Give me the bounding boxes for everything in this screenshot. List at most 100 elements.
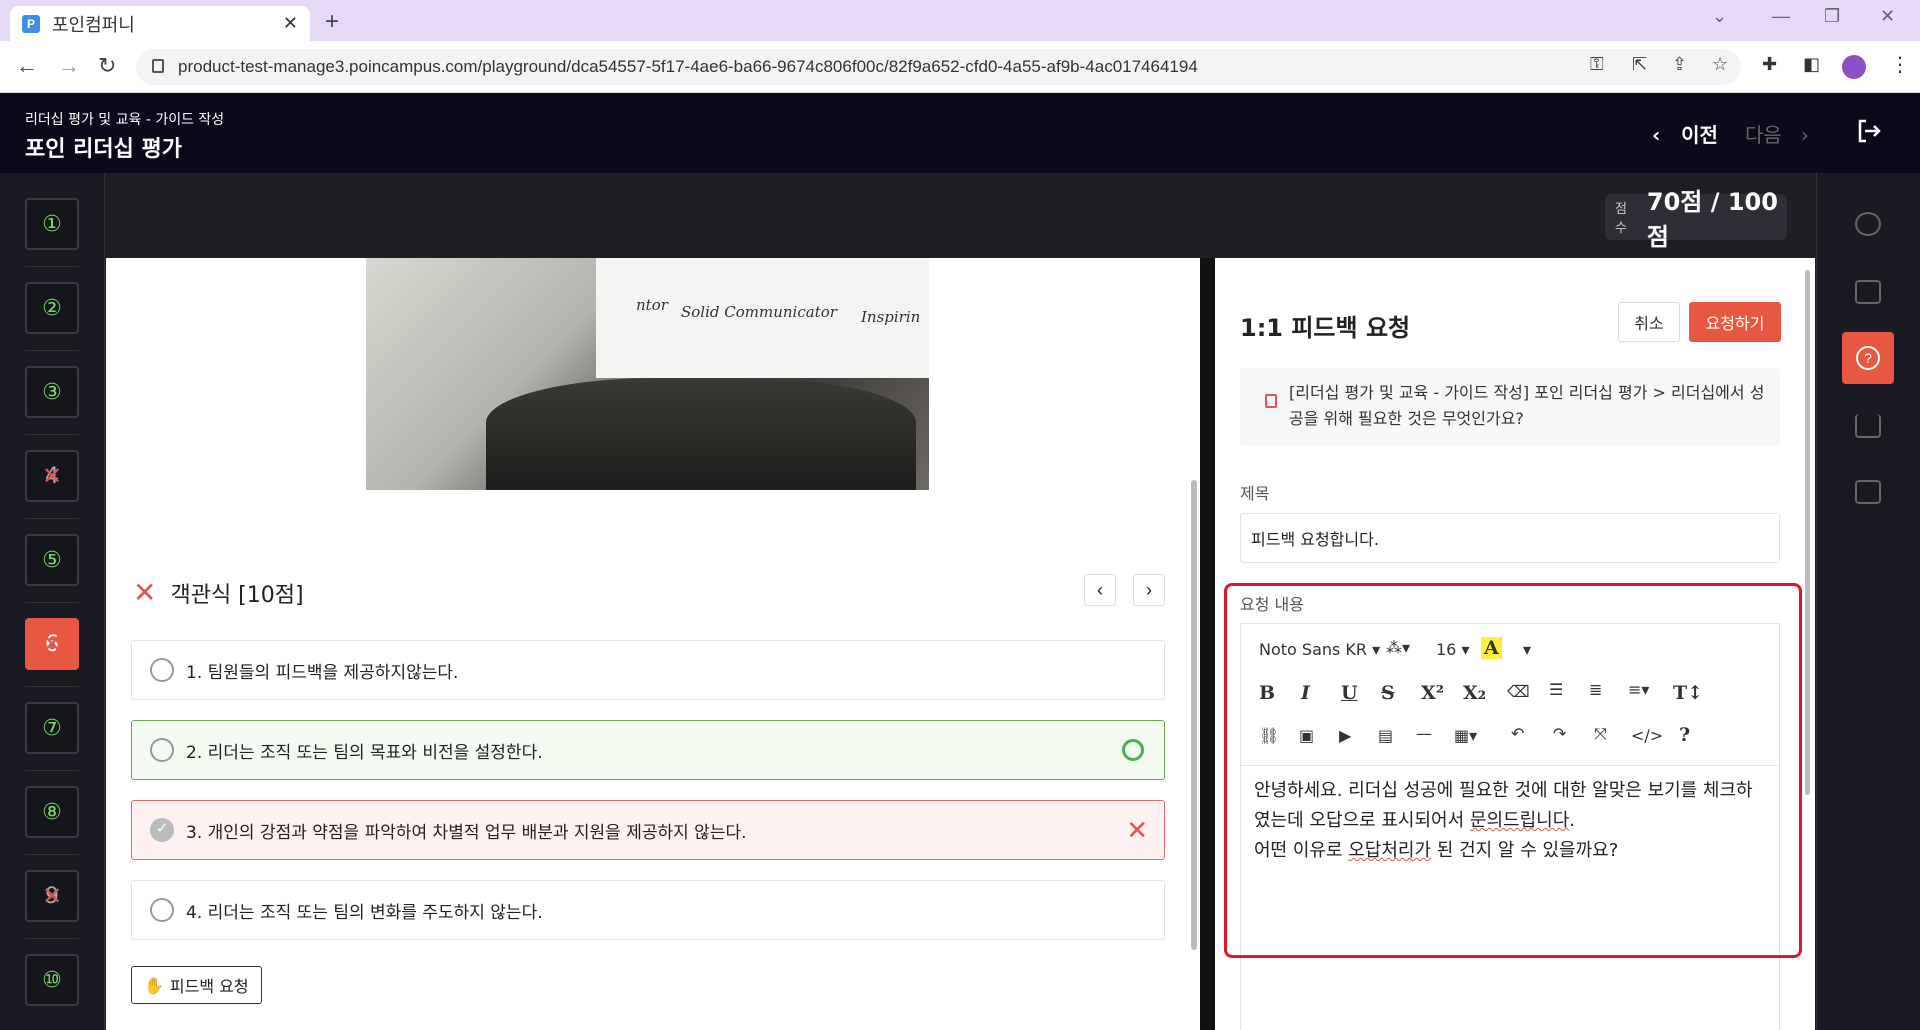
- option-label: 4. 리더는 조직 또는 팀의 변화를 주도하지 않는다.: [186, 902, 543, 923]
- table-icon[interactable]: ▦▾: [1454, 726, 1477, 745]
- question-icon: ?: [1856, 346, 1880, 370]
- body-word-1: 문의드립니다: [1469, 810, 1570, 831]
- question-nav-7[interactable]: ⑦: [25, 702, 79, 754]
- radio-icon: [150, 658, 174, 682]
- font-size-value: 16: [1436, 640, 1457, 659]
- chat-bot-icon[interactable]: [1855, 212, 1881, 236]
- extensions-icon[interactable]: ✚: [1762, 54, 1777, 75]
- subscript-icon[interactable]: X₂: [1463, 682, 1486, 704]
- minimize-icon[interactable]: —: [1772, 6, 1790, 27]
- next-button[interactable]: 다음 ›: [1745, 119, 1809, 148]
- link-icon[interactable]: ⛓: [1259, 726, 1279, 745]
- text-style-icon[interactable]: T↕: [1673, 682, 1703, 704]
- question-nav-4[interactable]: 4: [25, 450, 79, 502]
- content-scrollbar[interactable]: [1191, 480, 1197, 950]
- video-icon[interactable]: ▶: [1339, 726, 1351, 745]
- lock-icon: [152, 59, 164, 73]
- app-header: 리더십 평가 및 교육 - 가이드 작성 포인 리더십 평가 ‹ 이전 다음 ›: [0, 93, 1920, 173]
- forward-icon[interactable]: →: [58, 53, 80, 79]
- submit-request-button[interactable]: 요청하기: [1689, 302, 1781, 342]
- tab-search-icon[interactable]: ⌄: [1712, 6, 1727, 27]
- feedback-scrollbar[interactable]: [1805, 270, 1810, 795]
- option-2[interactable]: 2. 리더는 조직 또는 팀의 목표와 비전을 설정한다.: [131, 720, 1165, 780]
- option-label: 3. 개인의 강점과 약점을 파악하여 차별적 업무 배분과 지원을 제공하지 …: [186, 822, 747, 843]
- question-nav-8[interactable]: ⑧: [25, 786, 79, 838]
- prev-question-button[interactable]: ‹: [1084, 574, 1116, 606]
- browser-menu-icon[interactable]: ⋮: [1890, 52, 1910, 77]
- exit-icon[interactable]: [1855, 117, 1883, 145]
- option-3[interactable]: 3. 개인의 강점과 약점을 파악하여 차별적 업무 배분과 지원을 제공하지 …: [131, 800, 1165, 860]
- question-nav-9[interactable]: 9: [25, 870, 79, 922]
- photo-caption-2: Inspirin: [861, 308, 921, 326]
- font-color-icon[interactable]: A: [1481, 637, 1502, 659]
- option-4[interactable]: 4. 리더는 조직 또는 팀의 변화를 주도하지 않는다.: [131, 880, 1165, 940]
- subject-input[interactable]: [1240, 513, 1780, 563]
- book-icon: [1265, 394, 1277, 408]
- eraser-icon[interactable]: ⌫: [1507, 682, 1530, 701]
- horizontal-rule-icon[interactable]: —: [1416, 724, 1432, 743]
- comment-icon[interactable]: [1855, 480, 1881, 504]
- tab-title: 포인컴퍼니: [52, 14, 135, 36]
- feedback-tab[interactable]: ?: [1842, 332, 1894, 384]
- book-open-icon[interactable]: [1855, 280, 1881, 304]
- radio-icon: [150, 738, 174, 762]
- underline-icon[interactable]: U: [1341, 682, 1358, 704]
- fullscreen-icon[interactable]: ⤧: [1594, 724, 1607, 744]
- strikethrough-icon[interactable]: S: [1381, 682, 1395, 704]
- bookmark-star-icon[interactable]: ☆: [1712, 54, 1728, 75]
- question-image: Solid Communicator Inspirin ntor: [366, 258, 929, 490]
- profile-avatar[interactable]: [1842, 55, 1866, 79]
- key-icon[interactable]: ⚿: [1590, 54, 1604, 75]
- bold-icon[interactable]: B: [1259, 682, 1275, 704]
- next-question-button[interactable]: ›: [1133, 574, 1165, 606]
- radio-icon: [150, 898, 174, 922]
- undo-icon[interactable]: ↶: [1511, 724, 1524, 743]
- question-nav-2[interactable]: ②: [25, 282, 79, 334]
- font-family-select[interactable]: Noto Sans KR ▾: [1259, 640, 1380, 659]
- italic-icon[interactable]: I: [1301, 682, 1310, 704]
- file-icon[interactable]: ▤: [1378, 726, 1393, 745]
- align-icon[interactable]: ≡▾: [1628, 680, 1649, 699]
- question-nav-1[interactable]: ①: [25, 198, 79, 250]
- prev-button[interactable]: ‹ 이전: [1652, 119, 1718, 148]
- option-label: 2. 리더는 조직 또는 팀의 목표와 비전을 설정한다.: [186, 742, 543, 763]
- share-icon[interactable]: ⇪: [1672, 54, 1687, 75]
- cancel-button[interactable]: 취소: [1618, 302, 1680, 342]
- editor-content[interactable]: 안녕하세요. 리더십 성공에 필요한 것에 대한 알맞은 보기를 체크하였는데 …: [1254, 776, 1769, 866]
- restore-icon[interactable]: ❐: [1824, 6, 1840, 27]
- open-external-icon[interactable]: ⇱: [1632, 54, 1647, 75]
- code-view-icon[interactable]: </>: [1631, 726, 1663, 745]
- back-icon[interactable]: ←: [16, 53, 38, 79]
- magic-wand-icon[interactable]: ⁂▾: [1386, 638, 1410, 657]
- body-line-2-start: 어떤 이유로: [1254, 840, 1349, 861]
- superscript-icon[interactable]: X²: [1421, 682, 1444, 704]
- wrong-icon: ✕: [133, 577, 157, 608]
- question-nav-5[interactable]: ⑤: [25, 534, 79, 586]
- question-nav-6[interactable]: 6: [25, 618, 79, 670]
- bullet-list-icon[interactable]: ☰: [1549, 680, 1563, 699]
- new-tab-icon[interactable]: +: [325, 8, 339, 36]
- tab-close-icon[interactable]: ✕: [283, 13, 298, 34]
- side-panel-icon[interactable]: ◧: [1803, 54, 1820, 75]
- redo-icon[interactable]: ↷: [1553, 724, 1566, 743]
- chevron-left-icon: ‹: [1652, 123, 1661, 147]
- image-icon[interactable]: ▣: [1299, 726, 1314, 745]
- font-size-select[interactable]: 16 ▾: [1436, 640, 1469, 659]
- radio-checked-icon: [150, 818, 174, 842]
- question-nav-3[interactable]: ③: [25, 366, 79, 418]
- option-1[interactable]: 1. 팀원들의 피드백을 제공하지않는다.: [131, 640, 1165, 700]
- url-field[interactable]: product-test-manage3.poincampus.com/play…: [136, 49, 1741, 85]
- feedback-title: 1:1 피드백 요청: [1240, 314, 1411, 342]
- download-icon[interactable]: [1855, 414, 1881, 438]
- question-nav-10[interactable]: ⑩: [25, 954, 79, 1006]
- subject-label: 제목: [1240, 484, 1270, 503]
- window-close-icon[interactable]: ✕: [1880, 6, 1895, 27]
- numbered-list-icon[interactable]: ≣: [1589, 680, 1602, 699]
- browser-tab[interactable]: P 포인컴퍼니 ✕: [10, 6, 310, 41]
- panel-gutter: [1200, 258, 1215, 1030]
- reload-icon[interactable]: ↻: [98, 53, 116, 79]
- help-icon[interactable]: ?: [1679, 724, 1690, 746]
- font-color-dropdown-icon[interactable]: ▾: [1523, 640, 1531, 659]
- feedback-request-button[interactable]: ✋ 피드백 요청: [131, 966, 262, 1004]
- meeting-table: [486, 378, 916, 490]
